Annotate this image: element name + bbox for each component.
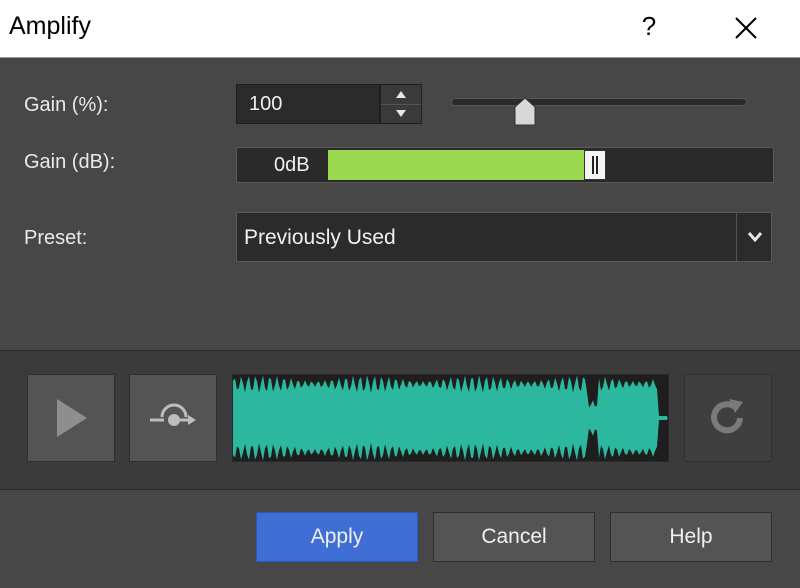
loop-preview-button[interactable] — [129, 374, 217, 462]
help-button[interactable]: Help — [610, 512, 772, 562]
chevron-down-icon — [396, 110, 406, 117]
gain-percent-input[interactable]: 100 — [236, 84, 380, 124]
preset-dropdown-arrow[interactable] — [736, 213, 772, 261]
help-icon[interactable]: ? — [632, 11, 666, 47]
window-title: Amplify — [9, 12, 91, 40]
waveform-display[interactable] — [232, 374, 669, 462]
gain-db-value: 0dB — [274, 154, 310, 176]
gain-db-fill — [328, 150, 587, 180]
gain-db-handle[interactable] — [584, 150, 606, 180]
preset-label: Preset: — [24, 227, 88, 249]
gain-percent-stepper — [380, 84, 422, 124]
spin-down-button[interactable] — [381, 104, 421, 123]
close-icon[interactable] — [724, 8, 768, 48]
gain-slider-thumb[interactable] — [514, 97, 536, 127]
apply-button[interactable]: Apply — [256, 512, 418, 562]
refresh-icon — [711, 399, 743, 434]
gain-slider-track[interactable] — [451, 98, 747, 106]
chevron-up-icon — [396, 91, 406, 98]
amplify-dialog: Amplify ? Gain (%): 100 Gain (dB): 0dB P… — [0, 0, 800, 588]
cancel-button[interactable]: Cancel — [433, 512, 595, 562]
waveform-graph — [233, 375, 668, 461]
gain-percent-label: Gain (%): — [24, 94, 109, 116]
spin-up-button[interactable] — [381, 85, 421, 105]
chevron-down-icon — [747, 232, 763, 243]
gain-db-label: Gain (dB): — [24, 151, 116, 173]
refresh-button[interactable] — [684, 374, 772, 462]
preset-selected-value: Previously Used — [244, 226, 396, 249]
play-icon — [57, 399, 87, 437]
loop-icon — [150, 403, 196, 426]
play-button[interactable] — [27, 374, 115, 462]
title-bar: Amplify ? — [0, 0, 800, 58]
